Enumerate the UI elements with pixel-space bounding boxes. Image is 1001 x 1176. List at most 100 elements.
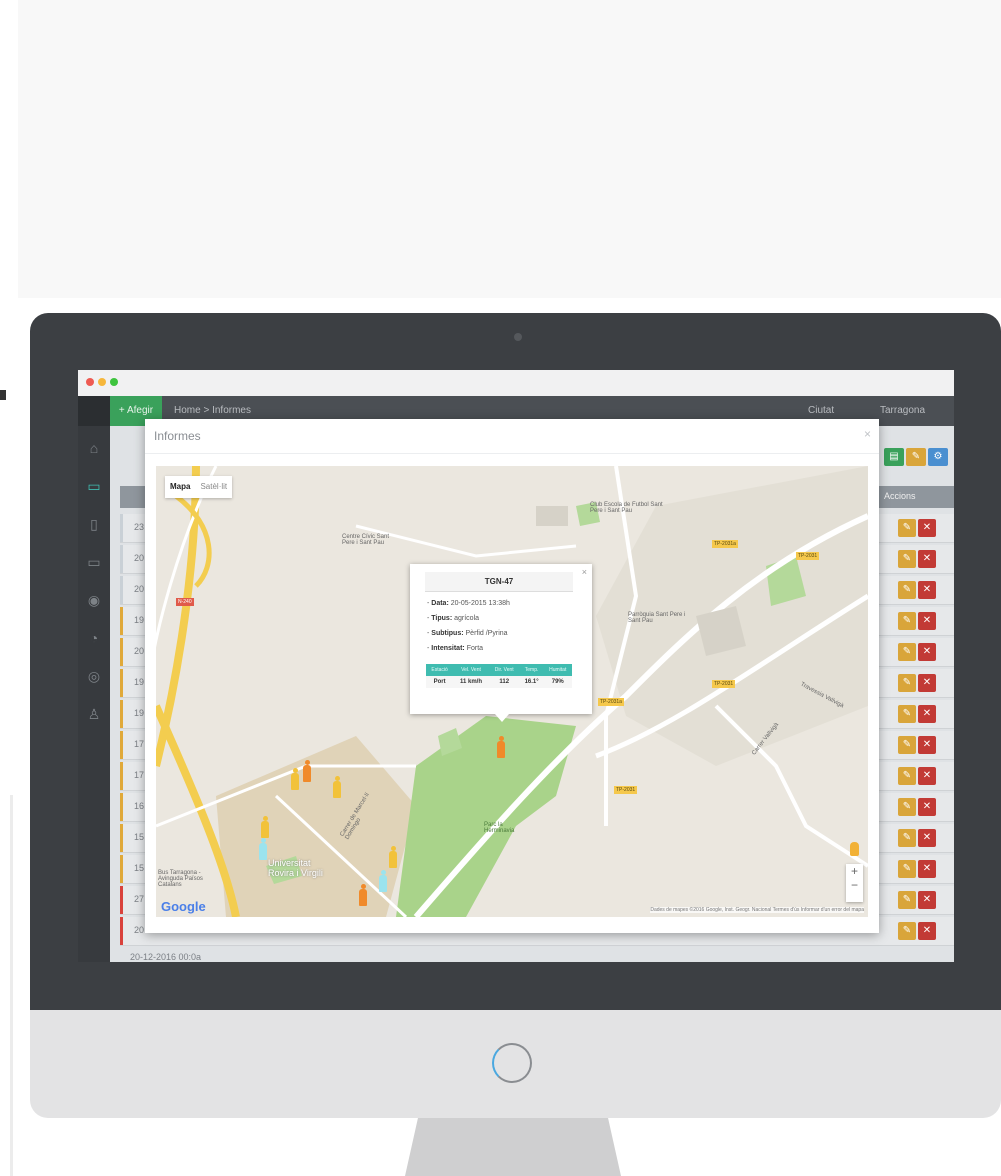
mobile-icon[interactable]: ▯ <box>86 516 102 532</box>
edit-button[interactable]: ✎ <box>898 922 916 940</box>
delete-button[interactable]: ✕ <box>918 581 936 599</box>
popup-intensitat-label: Intensitat: <box>431 645 465 652</box>
report-marker-icon[interactable] <box>258 838 268 860</box>
map-type-control[interactable]: Mapa Satèl·lit <box>165 476 233 498</box>
delete-button[interactable]: ✕ <box>918 643 936 661</box>
edit-button[interactable]: ✎ <box>898 612 916 630</box>
weather-header: Estació <box>426 664 454 676</box>
road-label: TP-2031 <box>796 552 820 560</box>
row-status-bar <box>120 824 123 852</box>
map-label-centre-civic: Centre Cívic Sant Pere i Sant Pau <box>342 534 390 546</box>
pegman-icon[interactable] <box>850 842 859 856</box>
actions-header: Accions <box>884 491 916 501</box>
report-marker-icon[interactable] <box>302 760 312 782</box>
row-status-bar <box>120 638 123 666</box>
row-status-bar <box>120 700 123 728</box>
edit-button[interactable]: ✎ <box>898 860 916 878</box>
close-dot-icon[interactable] <box>86 378 94 386</box>
map-pin-icon[interactable]: ◉ <box>86 592 102 608</box>
delete-button[interactable]: ✕ <box>918 519 936 537</box>
road-label: TP-2031a <box>712 540 738 548</box>
home-icon[interactable]: ⌂ <box>86 440 102 456</box>
map-label-club: Club Escola de Futbol Sant Pere i Sant P… <box>590 502 663 514</box>
report-marker-icon[interactable] <box>332 776 342 798</box>
popup-tipus-value: agrícola <box>454 615 480 622</box>
edit-button[interactable]: ✎ <box>898 519 916 537</box>
popup-tipus-label: Tipus: <box>431 615 453 622</box>
menu-toggle-button[interactable] <box>78 396 110 426</box>
delete-button[interactable]: ✕ <box>918 674 936 692</box>
report-marker-icon[interactable] <box>358 884 368 906</box>
popup-intensitat-row: - Intensitat: Forta <box>427 645 484 652</box>
maximize-dot-icon[interactable] <box>110 378 118 386</box>
row-status-bar <box>120 855 123 883</box>
sidebar: ⌂ ▭ ▯ ▭ ◉ ◔ ◎ ♙ <box>78 426 110 962</box>
edit-button[interactable]: ✎ <box>898 891 916 909</box>
delete-button[interactable]: ✕ <box>918 829 936 847</box>
edit-button[interactable]: ✎ <box>898 736 916 754</box>
row-text: 20 <box>134 584 145 594</box>
zoom-control: + − <box>846 864 863 902</box>
zoom-in-button[interactable]: + <box>846 864 863 878</box>
minimize-dot-icon[interactable] <box>98 378 106 386</box>
row-text: 23 <box>134 522 145 532</box>
popup-tipus-row: - Tipus: agrícola <box>427 615 480 622</box>
weather-header: Vel. Vent <box>453 664 489 676</box>
delete-button[interactable]: ✕ <box>918 891 936 909</box>
row-status-bar <box>120 607 123 635</box>
delete-button[interactable]: ✕ <box>918 922 936 940</box>
users-icon[interactable]: ♙ <box>86 706 102 722</box>
rss-icon[interactable]: ◔ <box>86 630 102 646</box>
delete-button[interactable]: ✕ <box>918 612 936 630</box>
export-button[interactable]: ▤ <box>884 448 904 466</box>
edge-mark <box>0 390 6 400</box>
map-label-parroquia: Parròquia Sant Pere i Sant Pau <box>628 612 686 624</box>
edit-button[interactable]: ✎ <box>898 705 916 723</box>
inbox-icon[interactable]: ▭ <box>86 478 102 494</box>
report-marker-icon[interactable] <box>290 768 300 790</box>
map[interactable]: Mapa Satèl·lit Centre Cívic Sant Pere i … <box>156 466 868 917</box>
edit-all-button[interactable]: ✎ <box>906 448 926 466</box>
edit-button[interactable]: ✎ <box>898 674 916 692</box>
delete-button[interactable]: ✕ <box>918 860 936 878</box>
zoom-out-button[interactable]: − <box>846 878 863 892</box>
location-menu[interactable]: Tarragona <box>880 396 925 426</box>
settings-button[interactable]: ⚙ <box>928 448 948 466</box>
delete-button[interactable]: ✕ <box>918 798 936 816</box>
popup-subtipus-row: - Subtipus: Pèrfid /Pyrina <box>427 630 508 637</box>
map-label-universitat: Universitat Rovira i Virgili <box>268 858 323 878</box>
edit-button[interactable]: ✎ <box>898 829 916 847</box>
weather-cell: Port <box>426 676 454 688</box>
delete-button[interactable]: ✕ <box>918 736 936 754</box>
report-marker-icon[interactable] <box>388 846 398 868</box>
delete-button[interactable]: ✕ <box>918 767 936 785</box>
popup-intensitat-value: Forta <box>466 645 484 652</box>
popup-close-button[interactable]: × <box>582 567 587 577</box>
row-status-bar <box>120 886 123 914</box>
edit-button[interactable]: ✎ <box>898 550 916 568</box>
row-status-bar <box>120 731 123 759</box>
card-icon[interactable]: ▭ <box>86 554 102 570</box>
monitor-stand <box>405 1118 621 1176</box>
informes-modal: Informes × Mapa Satèl·lit Centre Cívic S… <box>145 419 879 933</box>
delete-button[interactable]: ✕ <box>918 550 936 568</box>
weather-table: Estació Vel. Vent Dir. Vent Temp. Humita… <box>426 664 572 688</box>
modal-close-button[interactable]: × <box>864 427 871 441</box>
edit-button[interactable]: ✎ <box>898 643 916 661</box>
edit-button[interactable]: ✎ <box>898 767 916 785</box>
report-marker-icon[interactable] <box>496 736 506 758</box>
weather-cell: 112 <box>488 676 520 688</box>
edit-button[interactable]: ✎ <box>898 798 916 816</box>
tab-satellit[interactable]: Satèl·lit <box>195 476 232 498</box>
row-status-bar <box>120 545 123 573</box>
delete-button[interactable]: ✕ <box>918 705 936 723</box>
location-icon[interactable]: ◎ <box>86 668 102 684</box>
tab-mapa[interactable]: Mapa <box>165 476 195 498</box>
weather-cell: 11 km/h <box>453 676 489 688</box>
row-text: 15 <box>134 863 145 873</box>
report-marker-icon[interactable] <box>378 870 388 892</box>
edit-button[interactable]: ✎ <box>898 581 916 599</box>
row-text: 19 <box>134 708 145 718</box>
report-marker-icon[interactable] <box>260 816 270 838</box>
background-panel <box>18 0 1001 298</box>
